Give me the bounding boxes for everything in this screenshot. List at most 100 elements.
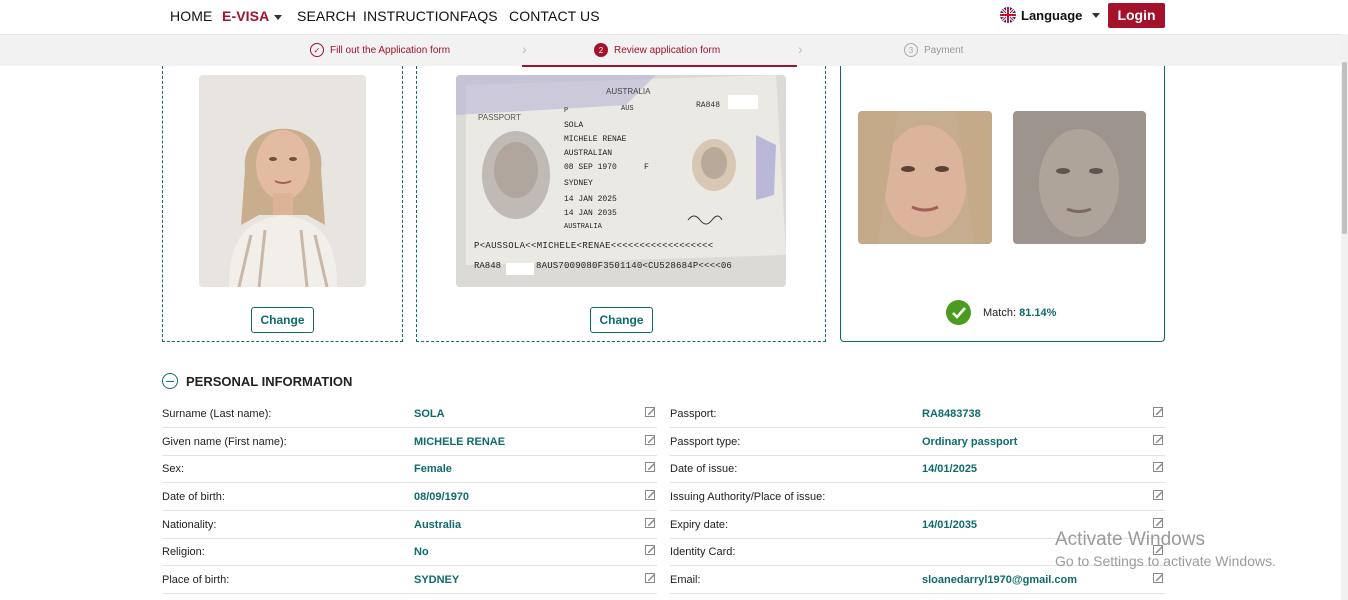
info-value: Australia [414, 519, 462, 531]
top-navigation: HOME E-VISA SEARCH INSTRUCTION FAQS CONT… [0, 0, 1348, 34]
edit-icon[interactable] [645, 544, 656, 555]
info-row: Given name (First name): MICHELE RENAE [162, 428, 657, 456]
info-row: Place of birth: SYDNEY [162, 566, 657, 594]
nav-faqs[interactable]: FAQS [460, 8, 498, 24]
portrait-photo [199, 75, 366, 287]
info-label: Surname (Last name): [162, 408, 272, 420]
info-value: MICHELE RENAE [414, 436, 506, 448]
info-row: Date of issue: 14/01/2025 [670, 455, 1165, 483]
passport-authority: AUSTRALIA [564, 223, 602, 231]
scrollbar-thumb[interactable] [1342, 62, 1347, 234]
info-row: Religion: No [162, 538, 657, 566]
info-row: Sex: Female [162, 455, 657, 483]
info-label: Nationality: [162, 519, 217, 531]
check-circle-icon: ✓ [310, 43, 324, 57]
edit-icon[interactable] [645, 434, 656, 445]
info-value: Ordinary passport [922, 436, 1018, 448]
info-label: Passport type: [670, 436, 741, 448]
windows-activation-watermark: Activate Windows Go to Settings to activ… [1055, 529, 1276, 569]
nav-evisa[interactable]: E-VISA [222, 8, 283, 24]
edit-icon[interactable] [1153, 572, 1164, 583]
passport-country: AUSTRALIA [606, 87, 651, 96]
step-fill-application[interactable]: ✓ Fill out the Application form [310, 43, 450, 57]
info-label: Issuing Authority/Place of issue: [670, 491, 826, 503]
step-number: 2 [594, 43, 608, 57]
edit-icon[interactable] [1153, 434, 1164, 445]
match-value: 81.14% [1019, 306, 1057, 319]
personal-information-header[interactable]: PERSONAL INFORMATION [162, 373, 352, 389]
edit-icon[interactable] [645, 517, 656, 528]
info-value: Female [414, 463, 452, 475]
info-label: Sex: [162, 463, 185, 475]
passport-mrz-line2b: 8AUS7009080F3501140<CU528684P<<<<06 [536, 261, 733, 271]
passport-pob: SYDNEY [564, 179, 593, 188]
face-passport-photo [1013, 111, 1146, 244]
info-value: 14/01/2035 [922, 519, 978, 531]
nav-home[interactable]: HOME [170, 8, 212, 24]
passport-dob: 08 SEP 1970 [564, 163, 617, 172]
watermark-line1: Activate Windows [1055, 529, 1205, 550]
edit-icon[interactable] [645, 572, 656, 583]
info-row: Surname (Last name): SOLA [162, 400, 657, 428]
face-crop-photo [858, 111, 992, 244]
edit-icon[interactable] [645, 406, 656, 417]
edit-icon[interactable] [645, 489, 656, 500]
passport-nationality: AUSTRALIAN [564, 149, 613, 158]
progress-steps: ✓ Fill out the Application form › 2 Revi… [0, 34, 1345, 67]
watermark-line2: Go to Settings to activate Windows. [1055, 553, 1276, 569]
passport-sex: F [644, 163, 649, 172]
change-passport-button[interactable]: Change [590, 307, 653, 333]
face-match-result: Match: 81.14% [946, 300, 1056, 325]
passport-scan-image: AUSTRALIA PASSPORT P AUS RA848 SOLA MICH… [456, 75, 786, 287]
info-value: SYDNEY [414, 574, 460, 586]
info-label: Passport: [670, 408, 717, 420]
info-value: SOLA [414, 408, 445, 420]
info-value: sloanedarryl1970@gmail.com [922, 574, 1078, 586]
edit-icon[interactable] [1153, 461, 1164, 472]
collapse-icon[interactable] [162, 373, 178, 389]
nav-search[interactable]: SEARCH [297, 8, 356, 24]
info-label: Date of issue: [670, 463, 738, 475]
section-title: PERSONAL INFORMATION [186, 373, 353, 389]
passport-surname: SOLA [564, 121, 584, 130]
passport-expiry: 14 JAN 2035 [564, 209, 617, 218]
info-label: Place of birth: [162, 574, 230, 586]
info-row: Passport type: Ordinary passport [670, 428, 1165, 456]
check-icon [946, 300, 971, 325]
chevron-right-icon: › [798, 41, 803, 57]
info-label: Email: [670, 574, 701, 586]
step-review-application[interactable]: 2 Review application form [594, 43, 720, 57]
info-row: Nationality: Australia [162, 511, 657, 539]
nav-instruction[interactable]: INSTRUCTION [363, 8, 460, 24]
info-label: Expiry date: [670, 519, 729, 531]
edit-icon[interactable] [645, 461, 656, 472]
passport-code: AUS [621, 105, 634, 113]
passport-type: P [564, 107, 569, 115]
chevron-right-icon: › [522, 41, 527, 57]
chevron-down-icon [1092, 12, 1101, 18]
uk-flag-icon [1000, 7, 1016, 23]
passport-mrz-line1: P<AUSSOLA<<MICHELE<RENAE<<<<<<<<<<<<<<<<… [474, 241, 714, 251]
passport-issue: 14 JAN 2025 [564, 195, 617, 204]
step-payment[interactable]: 3 Payment [904, 43, 963, 57]
info-value: No [414, 546, 429, 558]
edit-icon[interactable] [1153, 406, 1164, 417]
nav-contact-us[interactable]: CONTACT US [509, 8, 600, 24]
edit-icon[interactable] [1153, 489, 1164, 500]
edit-icon[interactable] [1153, 517, 1164, 528]
step-number: 3 [904, 43, 918, 57]
match-text: Match: 81.14% [983, 307, 1056, 319]
change-photo-button[interactable]: Change [251, 307, 314, 333]
language-label[interactable]: Language [1021, 8, 1082, 23]
info-value: RA8483738 [922, 408, 981, 420]
info-row: Issuing Authority/Place of issue: [670, 483, 1165, 511]
step-label: Review application form [614, 44, 721, 56]
info-row: Email: sloanedarryl1970@gmail.com [670, 566, 1165, 594]
info-label: Date of birth: [162, 491, 225, 503]
nav-evisa-label[interactable]: E-VISA [222, 8, 269, 24]
language-selector[interactable]: Language [1000, 7, 1101, 23]
login-button[interactable]: Login [1108, 3, 1165, 28]
info-label: Identity Card: [670, 546, 736, 558]
info-value: 08/09/1970 [414, 491, 470, 503]
step-label: Payment [924, 44, 964, 56]
